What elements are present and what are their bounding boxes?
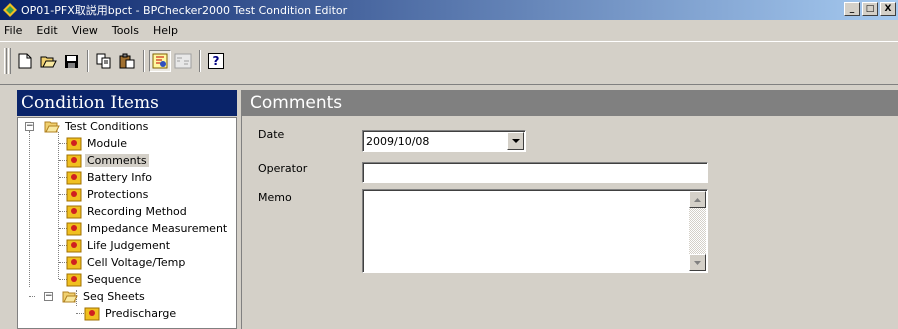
menu-help[interactable]: Help [147, 24, 186, 37]
paste-button[interactable] [116, 50, 138, 72]
arrow-up-icon [694, 197, 701, 202]
date-value: 2009/10/08 [366, 135, 430, 148]
condition-item-icon [66, 154, 82, 167]
tree-label: Seq Sheets [83, 290, 145, 303]
tree-item-impedance-measurement[interactable]: Impedance Measurement [66, 220, 229, 237]
chevron-down-icon [511, 138, 520, 143]
open-icon [40, 56, 57, 68]
tree-item-life-judgement[interactable]: Life Judgement [66, 237, 172, 254]
edit-condition-icon [152, 53, 168, 69]
condition-item-icon [66, 222, 82, 235]
maximize-button[interactable]: □ [862, 2, 878, 16]
tree-label: Battery Info [87, 171, 153, 184]
tree-root[interactable]: Test Conditions [44, 118, 150, 135]
tree-item-sequence[interactable]: Sequence [66, 271, 143, 288]
tree-connector [29, 131, 30, 287]
tree-item-recording-method[interactable]: Recording Method [66, 203, 189, 220]
edit-condition-button[interactable] [149, 50, 171, 72]
date-label: Date [258, 128, 285, 141]
result-icon [174, 53, 192, 69]
comments-header: Comments [242, 90, 898, 116]
result-button[interactable] [172, 50, 194, 72]
operator-field[interactable] [362, 162, 708, 183]
memo-label: Memo [258, 191, 292, 204]
memo-scrollbar[interactable] [689, 191, 706, 271]
comments-pane: Comments Date 2009/10/08 Operator Memo [241, 90, 898, 329]
toolbar-separator [143, 50, 145, 72]
tree-item-comments[interactable]: Comments [66, 152, 149, 169]
tree-item-module[interactable]: Module [66, 135, 129, 152]
memo-field[interactable] [362, 189, 708, 273]
tree-label: Sequence [87, 273, 142, 286]
operator-label: Operator [258, 162, 308, 175]
new-button[interactable] [14, 50, 36, 72]
condition-item-icon [66, 205, 82, 218]
menu-bar: File Edit View Tools Help [0, 20, 898, 40]
condition-items-pane: Condition Items − Test Conditions Module… [17, 90, 237, 329]
condition-item-icon [66, 137, 82, 150]
condition-item-icon [84, 307, 100, 320]
tree-label: Recording Method [87, 205, 187, 218]
condition-items-header: Condition Items [17, 90, 237, 116]
tree-item-protections[interactable]: Protections [66, 186, 150, 203]
menu-file[interactable]: File [0, 24, 30, 37]
date-dropdown[interactable]: 2009/10/08 [362, 130, 526, 152]
collapse-toggle[interactable]: − [25, 122, 34, 131]
save-button[interactable] [60, 50, 82, 72]
toolbar-grip[interactable] [8, 48, 11, 74]
condition-tree[interactable]: − Test Conditions Module Comments Batter… [17, 117, 237, 329]
open-button[interactable] [37, 50, 59, 72]
tree-label: Life Judgement [87, 239, 171, 252]
condition-item-icon [66, 256, 82, 269]
menu-tools[interactable]: Tools [106, 24, 147, 37]
toolbar-grip[interactable] [4, 48, 7, 74]
help-icon: ? [208, 53, 224, 69]
menu-view[interactable]: View [66, 24, 106, 37]
folder-open-icon [62, 291, 78, 302]
help-button[interactable]: ? [205, 50, 227, 72]
toolbar: ? [0, 41, 898, 85]
scroll-up-button[interactable] [689, 191, 706, 208]
tree-connector [58, 132, 59, 279]
tree-label: Cell Voltage/Temp [87, 256, 186, 269]
tree-label: Protections [87, 188, 149, 201]
app-icon [2, 2, 18, 18]
menu-edit[interactable]: Edit [30, 24, 65, 37]
minimize-button[interactable]: _ [844, 2, 860, 16]
copy-button[interactable] [93, 50, 115, 72]
tree-label: Module [87, 137, 127, 150]
tree-connector [29, 296, 35, 297]
tree-item-cell-voltage-temp[interactable]: Cell Voltage/Temp [66, 254, 187, 271]
tree-item-predischarge[interactable]: Predischarge [84, 305, 178, 322]
close-button[interactable]: X [880, 2, 896, 16]
new-icon [18, 53, 32, 69]
condition-item-icon [66, 273, 82, 286]
copy-icon [96, 53, 111, 69]
scroll-down-button[interactable] [689, 254, 706, 271]
collapse-toggle[interactable]: − [44, 292, 53, 301]
arrow-down-icon [694, 260, 701, 265]
tree-connector [76, 313, 84, 314]
condition-item-icon [66, 171, 82, 184]
paste-icon [119, 53, 135, 69]
dropdown-arrow-button[interactable] [507, 132, 524, 150]
condition-item-icon [66, 239, 82, 252]
tree-item-battery-info[interactable]: Battery Info [66, 169, 154, 186]
folder-open-icon [44, 121, 60, 132]
save-icon [64, 54, 78, 68]
tree-label: Comments [85, 154, 149, 167]
tree-label: Predischarge [105, 307, 177, 320]
condition-item-icon [66, 188, 82, 201]
title-bar: OP01-PFX取説用bpct - BPChecker2000 Test Con… [0, 0, 898, 20]
tree-folder-seq-sheets[interactable]: Seq Sheets [62, 288, 147, 305]
tree-label: Test Conditions [65, 120, 149, 133]
tree-label: Impedance Measurement [87, 222, 228, 235]
window-title: OP01-PFX取説用bpct - BPChecker2000 Test Con… [21, 4, 348, 17]
toolbar-separator [87, 50, 89, 72]
toolbar-separator [199, 50, 201, 72]
